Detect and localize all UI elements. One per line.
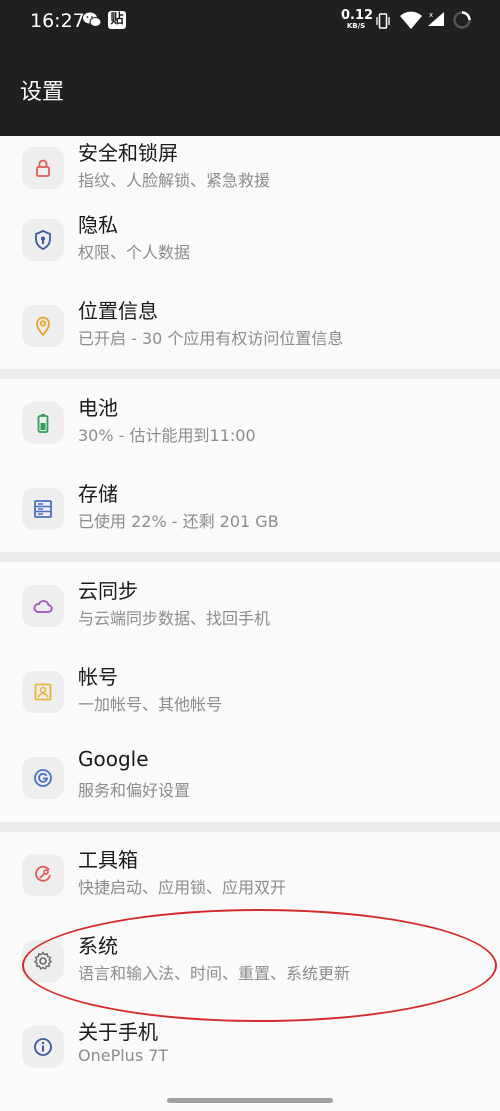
toolbox-icon xyxy=(22,854,64,896)
app-bar: 设置 xyxy=(0,42,500,136)
item-subtitle: OnePlus 7T xyxy=(78,1046,169,1065)
gear-icon xyxy=(22,940,64,982)
item-title: 关于手机 xyxy=(78,1020,158,1044)
settings-item-system[interactable]: 系统 语言和输入法、时间、重置、系统更新 xyxy=(0,918,500,1004)
tieba-icon: 贴 xyxy=(108,11,126,29)
item-subtitle: 与云端同步数据、找回手机 xyxy=(78,609,271,628)
item-title: 电池 xyxy=(78,396,118,420)
section-divider xyxy=(0,552,500,562)
settings-list: 安全和锁屏 指纹、人脸解锁、紧急救援 隐私 权限、个人数据 位置信息 已开启 -… xyxy=(0,0,500,1111)
lock-icon xyxy=(22,147,64,189)
location-pin-icon xyxy=(22,305,64,347)
account-icon xyxy=(22,671,64,713)
settings-item-about-phone[interactable]: 关于手机 OnePlus 7T xyxy=(0,1004,500,1090)
settings-item-battery[interactable]: 电池 30% - 估计能用到11:00 xyxy=(0,380,500,466)
settings-item-toolbox[interactable]: 工具箱 快捷启动、应用锁、应用双开 xyxy=(0,832,500,918)
item-subtitle: 快捷启动、应用锁、应用双开 xyxy=(78,878,287,897)
status-time: 16:27 xyxy=(30,10,85,32)
status-bar: 16:27 贴 0.12 KB/S x xyxy=(0,0,500,42)
wifi-icon xyxy=(399,10,423,30)
item-subtitle: 已开启 - 30 个应用有权访问位置信息 xyxy=(78,329,344,348)
google-icon xyxy=(22,757,64,799)
item-title: 工具箱 xyxy=(78,848,138,872)
net-speed-unit: KB/S xyxy=(346,22,366,30)
cloud-icon xyxy=(22,585,64,627)
settings-item-cloud-sync[interactable]: 云同步 与云端同步数据、找回手机 xyxy=(0,563,500,649)
net-speed-value: 0.12 xyxy=(341,8,374,23)
wechat-icon xyxy=(82,11,102,29)
item-title: 云同步 xyxy=(78,579,138,603)
settings-item-account[interactable]: 帐号 一加帐号、其他帐号 xyxy=(0,649,500,735)
item-subtitle: 服务和偏好设置 xyxy=(78,781,191,800)
section-divider xyxy=(0,822,500,832)
item-subtitle: 权限、个人数据 xyxy=(78,243,191,262)
item-subtitle: 语言和输入法、时间、重置、系统更新 xyxy=(78,964,351,983)
svg-text:x: x xyxy=(429,11,433,19)
cell-signal-icon: x xyxy=(427,9,445,27)
item-subtitle: 30% - 估计能用到11:00 xyxy=(78,426,256,445)
settings-item-privacy[interactable]: 隐私 权限、个人数据 xyxy=(0,197,500,283)
item-subtitle: 指纹、人脸解锁、紧急救援 xyxy=(78,171,271,190)
item-title: 隐私 xyxy=(78,213,118,237)
item-title: 位置信息 xyxy=(78,299,158,323)
item-title: 存储 xyxy=(78,482,118,506)
battery-icon xyxy=(22,402,64,444)
section-divider xyxy=(0,369,500,379)
shield-icon xyxy=(22,219,64,261)
storage-icon xyxy=(22,488,64,530)
info-icon xyxy=(22,1026,64,1068)
settings-item-location[interactable]: 位置信息 已开启 - 30 个应用有权访问位置信息 xyxy=(0,283,500,369)
item-title: 安全和锁屏 xyxy=(78,141,178,165)
page-title: 设置 xyxy=(20,80,65,105)
settings-item-storage[interactable]: 存储 已使用 22% - 还剩 201 GB xyxy=(0,466,500,552)
loading-spinner-icon xyxy=(452,10,472,30)
item-subtitle: 一加帐号、其他帐号 xyxy=(78,695,223,714)
item-title: Google xyxy=(78,747,149,771)
net-speed: 0.12 KB/S xyxy=(341,8,374,30)
vibrate-icon xyxy=(375,11,391,31)
settings-item-google[interactable]: Google 服务和偏好设置 xyxy=(0,735,500,821)
gesture-nav-bar[interactable] xyxy=(167,1098,333,1103)
item-subtitle: 已使用 22% - 还剩 201 GB xyxy=(78,512,279,531)
item-title: 帐号 xyxy=(78,665,118,689)
item-title: 系统 xyxy=(78,934,118,958)
